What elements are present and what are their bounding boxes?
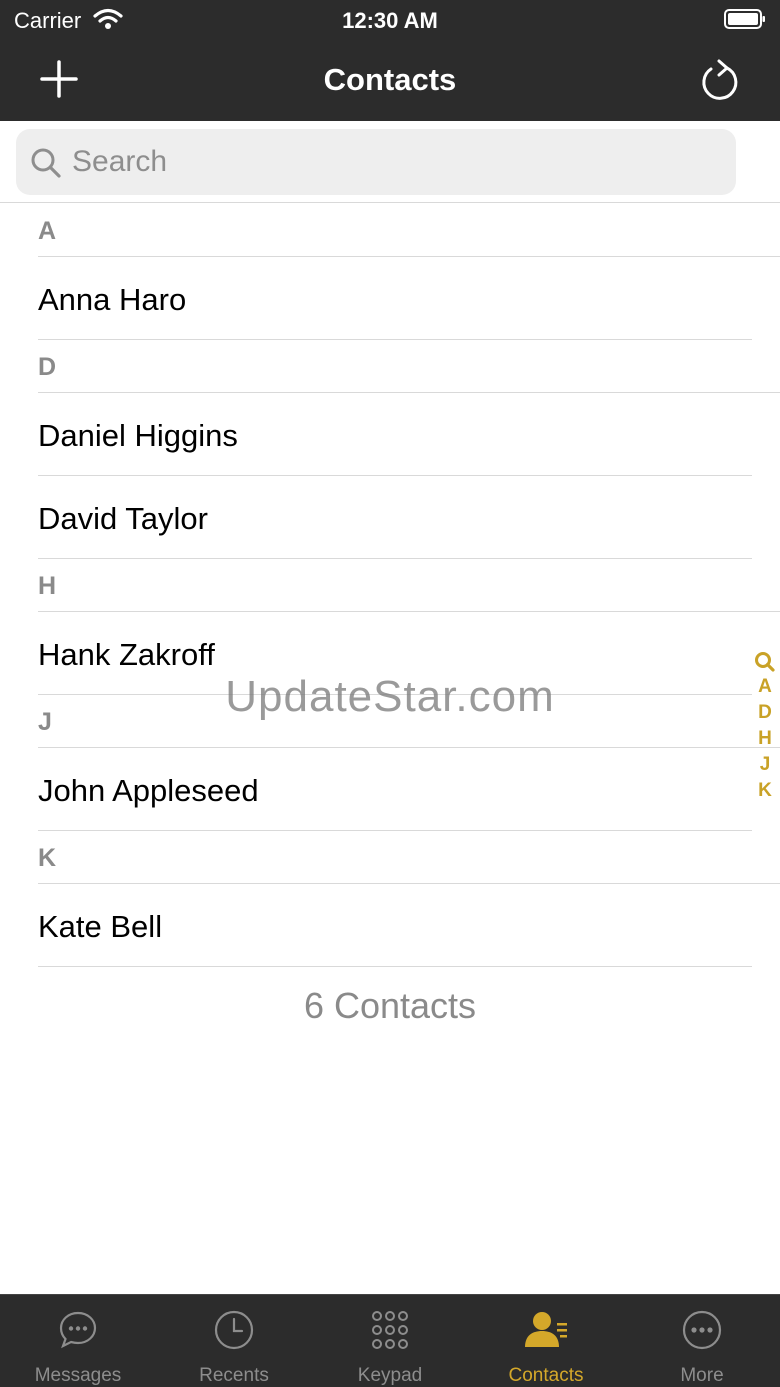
section-header-j: J <box>38 695 780 748</box>
contact-name: Kate Bell <box>38 909 163 944</box>
tab-bar: Messages Recents Keypad Contacts More <box>0 1294 780 1387</box>
contact-name: David Taylor <box>38 501 209 536</box>
tab-messages[interactable]: Messages <box>0 1295 156 1387</box>
index-letter-a[interactable]: A <box>752 674 778 700</box>
contact-name: John Appleseed <box>38 773 259 808</box>
index-letter-h[interactable]: H <box>752 726 778 752</box>
contact-row-david-taylor[interactable]: David Taylor <box>38 476 752 559</box>
contacts-list: A Anna Haro D Daniel Higgins David Taylo… <box>0 204 780 967</box>
search-field[interactable] <box>16 129 736 195</box>
index-letter-d[interactable]: D <box>752 700 778 726</box>
contacts-icon <box>525 1312 567 1347</box>
index-letter-k[interactable]: K <box>752 778 778 804</box>
top-bar: Carrier 12:30 AM Contacts <box>0 0 780 121</box>
section-header-k: K <box>38 831 780 884</box>
tab-label: Contacts <box>508 1365 584 1386</box>
tab-label: More <box>680 1365 724 1386</box>
contact-row-kate-bell[interactable]: Kate Bell <box>38 884 752 967</box>
tab-keypad[interactable]: Keypad <box>312 1295 468 1387</box>
contact-row-hank-zakroff[interactable]: Hank Zakroff <box>38 612 752 695</box>
search-input[interactable] <box>72 137 722 187</box>
tab-more[interactable]: More <box>624 1295 780 1387</box>
keypad-icon <box>372 1311 408 1349</box>
clock-icon <box>214 1310 254 1350</box>
more-icon <box>682 1310 722 1350</box>
section-header-h: H <box>38 559 780 612</box>
section-header-a: A <box>38 204 780 257</box>
battery-icon <box>724 9 765 29</box>
section-header-d: D <box>38 340 780 393</box>
search-icon <box>31 148 61 178</box>
status-time: 12:30 AM <box>342 8 438 33</box>
contact-name: Anna Haro <box>38 282 187 317</box>
tab-contacts[interactable]: Contacts <box>468 1295 624 1387</box>
status-bar: Carrier 12:30 AM <box>0 0 780 40</box>
section-index[interactable]: A D H J K <box>752 650 778 804</box>
tab-label: Messages <box>34 1365 122 1386</box>
contact-row-anna-haro[interactable]: Anna Haro <box>38 257 752 340</box>
search-bar <box>0 121 780 203</box>
index-search-icon[interactable] <box>752 650 778 674</box>
contacts-count: 6 Contacts <box>303 985 477 1026</box>
tab-label: Recents <box>199 1365 269 1386</box>
index-letter-j[interactable]: J <box>752 752 778 778</box>
contact-row-daniel-higgins[interactable]: Daniel Higgins <box>38 393 752 476</box>
page-title: Contacts <box>323 62 457 97</box>
tab-recents[interactable]: Recents <box>156 1295 312 1387</box>
tab-label: Keypad <box>357 1365 423 1386</box>
chat-bubble-icon <box>59 1311 97 1349</box>
contact-name: Hank Zakroff <box>38 637 215 672</box>
contact-row-john-appleseed[interactable]: John Appleseed <box>38 748 752 831</box>
contact-name: Daniel Higgins <box>38 418 238 453</box>
refresh-button[interactable] <box>698 56 742 102</box>
